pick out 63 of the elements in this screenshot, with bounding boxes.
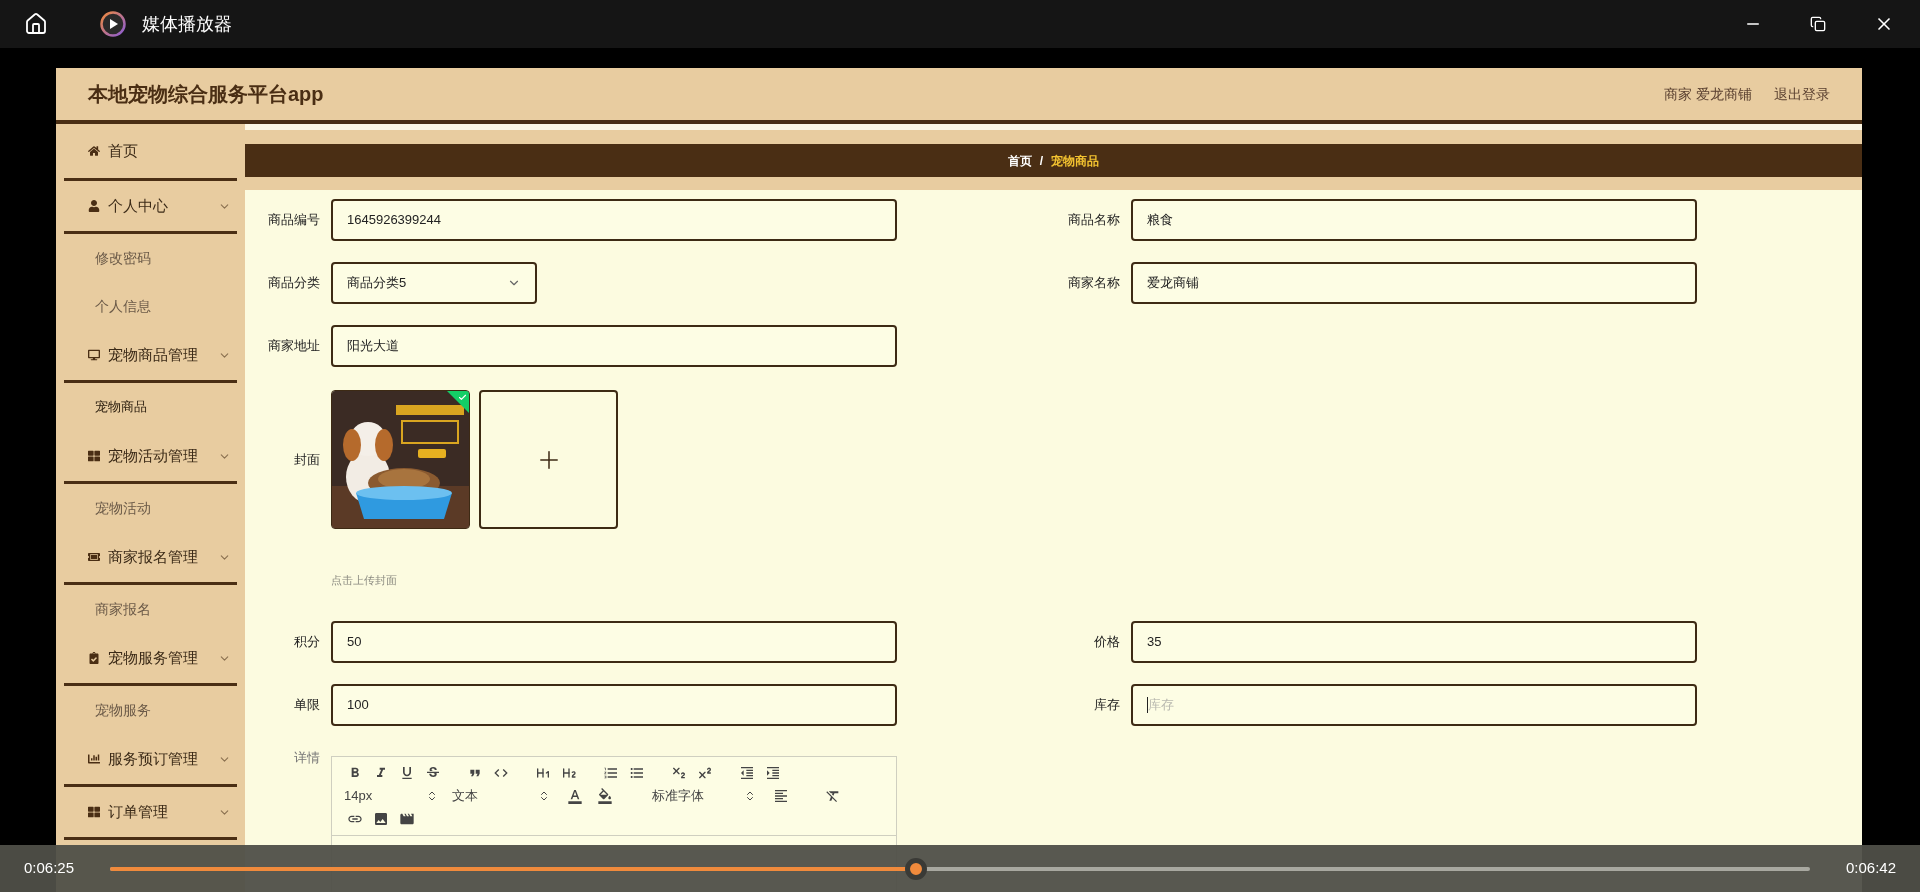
- home-icon[interactable]: [24, 12, 48, 36]
- user-info: 商家 爱龙商铺: [1664, 84, 1752, 104]
- media-player-logo-icon: [100, 11, 126, 37]
- field-label: 商品编号: [268, 211, 320, 230]
- breadcrumb-separator: /: [1039, 152, 1044, 170]
- sidebar-menu-item[interactable]: 宠物商品管理: [56, 330, 245, 380]
- breadcrumb-item[interactable]: 首页: [1007, 151, 1032, 170]
- sidebar-menu-item[interactable]: 首页: [56, 124, 245, 178]
- home-icon: [88, 145, 100, 157]
- toolbar-dropdown[interactable]: 文本: [452, 786, 556, 806]
- sidebar-submenu-item[interactable]: 商家报名: [56, 585, 245, 633]
- field-label: 库存: [1094, 696, 1120, 715]
- user-icon: [88, 200, 100, 212]
- field-label: 商品名称: [1068, 211, 1120, 230]
- toolbar-dropdown[interactable]: 14px: [344, 786, 444, 806]
- logout-link[interactable]: 退出登录: [1774, 83, 1830, 105]
- text-field[interactable]: 1645926399244: [331, 199, 897, 241]
- field-label: 商家名称: [1068, 274, 1120, 293]
- field-label: 单限: [294, 696, 320, 715]
- sidebar-submenu-item[interactable]: 修改密码: [56, 234, 245, 282]
- grid-icon: [88, 450, 100, 462]
- text-field[interactable]: 粮食: [1131, 199, 1697, 241]
- sidebar-menu-item[interactable]: 宠物活动管理: [56, 431, 245, 481]
- text-field[interactable]: 爱龙商铺: [1131, 262, 1697, 304]
- sidebar-menu-item[interactable]: 个人中心: [56, 181, 245, 231]
- total-time: 0:06:42: [1845, 858, 1896, 879]
- upload-button[interactable]: [479, 390, 618, 529]
- up-down-arrows-icon: [744, 790, 756, 802]
- window-title: 媒体播放器: [142, 12, 232, 36]
- sidebar-submenu-item[interactable]: 宠物活动: [56, 484, 245, 532]
- grid-icon: [88, 806, 100, 818]
- toolbar-dropdown[interactable]: 标准字体: [652, 786, 762, 806]
- breadcrumb-item[interactable]: 宠物商品: [1051, 151, 1100, 170]
- seek-bar[interactable]: [110, 866, 1810, 871]
- sidebar-submenu-item[interactable]: 个人信息: [56, 282, 245, 330]
- current-time: 0:06:25: [24, 858, 75, 879]
- up-down-arrows-icon: [426, 790, 438, 802]
- bar-chart-icon: [88, 753, 100, 765]
- field-label: 详情: [294, 749, 320, 767]
- monitor-icon: [88, 349, 100, 361]
- sidebar-menu-item[interactable]: 宠物服务管理: [56, 633, 245, 683]
- restore-icon[interactable]: [1810, 16, 1826, 32]
- category-dropdown[interactable]: 商品分类5: [331, 262, 537, 304]
- sidebar-menu-item[interactable]: 订单管理: [56, 787, 245, 837]
- field-label: 封面: [294, 450, 320, 469]
- sidebar-menu-item[interactable]: 商家报名管理: [56, 532, 245, 582]
- app-title: 本地宠物综合服务平台app: [88, 82, 324, 107]
- seek-handle[interactable]: [904, 857, 927, 880]
- text-field[interactable]: 35: [1131, 621, 1697, 663]
- field-label: 价格: [1094, 633, 1120, 652]
- up-down-arrows-icon: [538, 790, 550, 802]
- upload-hint: 点击上传封面: [331, 574, 397, 586]
- ticket-icon: [88, 551, 100, 563]
- field-label: 积分: [294, 633, 320, 652]
- text-field[interactable]: 阳光大道: [331, 325, 897, 367]
- clipboard-check-icon: [88, 652, 100, 664]
- text-field[interactable]: 100: [331, 684, 897, 726]
- text-field[interactable]: 50: [331, 621, 897, 663]
- field-label: 商家地址: [268, 337, 320, 356]
- sidebar-submenu-item[interactable]: 宠物服务: [56, 686, 245, 734]
- sidebar-menu-item[interactable]: 服务预订管理: [56, 734, 245, 784]
- field-label: 商品分类: [268, 274, 320, 293]
- sidebar-submenu-item[interactable]: 宠物商品: [56, 383, 245, 431]
